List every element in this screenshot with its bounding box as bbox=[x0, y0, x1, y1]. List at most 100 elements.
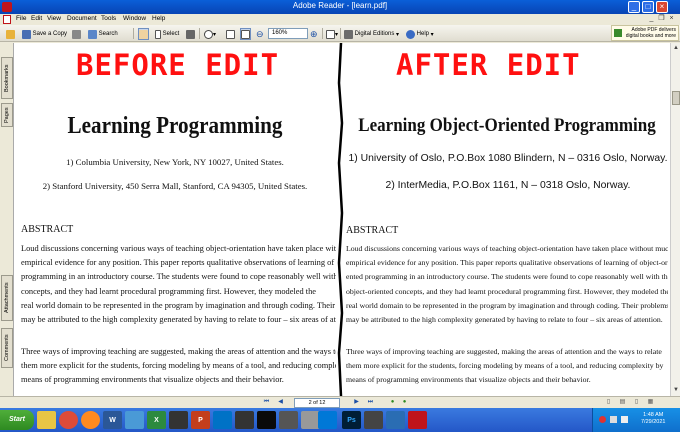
powerpoint-taskbar-icon[interactable]: P bbox=[191, 411, 210, 429]
tray-icon[interactable] bbox=[599, 416, 606, 423]
outlook-taskbar-icon[interactable] bbox=[213, 411, 232, 429]
actual-size-button[interactable] bbox=[226, 28, 235, 40]
save-copy-button[interactable]: Save a Copy bbox=[22, 28, 67, 40]
zoom-out-button[interactable]: ⊖ bbox=[256, 28, 264, 40]
snapshot-button[interactable] bbox=[186, 28, 195, 40]
continuous-view-icon[interactable]: ▤ bbox=[618, 398, 627, 407]
scroll-up-arrow-icon[interactable]: ▲ bbox=[672, 44, 680, 52]
toolbar-divider bbox=[322, 28, 323, 39]
text-line: them more explicit for the students, for… bbox=[21, 361, 336, 371]
last-page-icon[interactable]: ⏭ bbox=[366, 398, 375, 407]
after-edit-banner: AFTER EDIT bbox=[396, 48, 581, 82]
adobe-reader-taskbar-icon[interactable] bbox=[408, 411, 427, 429]
document-view[interactable]: BEFORE EDIT AFTER EDIT Learning Programm… bbox=[14, 43, 670, 396]
zoom-in-button[interactable]: ⊕ bbox=[310, 28, 318, 40]
continuous-facing-view-icon[interactable]: ▦ bbox=[646, 398, 655, 407]
firefox-taskbar-icon[interactable] bbox=[81, 411, 100, 429]
text-line: means of programming environments that v… bbox=[346, 375, 591, 385]
page-number-field[interactable]: 2 of 12 bbox=[294, 398, 340, 408]
search-button[interactable]: Search bbox=[88, 28, 118, 40]
media-taskbar-icon[interactable] bbox=[169, 411, 188, 429]
clock-date: 7/29/2021 bbox=[641, 419, 666, 425]
network-taskbar-icon[interactable] bbox=[125, 411, 144, 429]
clock[interactable]: 1:48 AM 7/29/2021 bbox=[641, 412, 665, 426]
text-line: them more explicit for the students, for… bbox=[346, 361, 664, 371]
menu-view[interactable]: View bbox=[47, 15, 61, 22]
taskbar: Start W X P Ps 1:48 AM 7/29/2021 bbox=[0, 408, 680, 432]
doc-minimize-button[interactable]: _ bbox=[647, 15, 656, 24]
text-line: ented programming in an introductory cou… bbox=[346, 272, 668, 282]
folder-taskbar-icon[interactable] bbox=[37, 411, 56, 429]
scroll-down-arrow-icon[interactable]: ▼ bbox=[672, 386, 680, 394]
vscode-taskbar-icon[interactable] bbox=[318, 411, 337, 429]
print-button[interactable] bbox=[72, 28, 81, 40]
tab-comments[interactable]: Comments bbox=[1, 328, 13, 368]
title-bar: Adobe Reader - [learn.pdf] _ □ × bbox=[0, 0, 680, 14]
app5-taskbar-icon[interactable] bbox=[386, 411, 405, 429]
word-taskbar-icon[interactable]: W bbox=[103, 411, 122, 429]
tab-attachments[interactable]: Attachments bbox=[1, 275, 13, 321]
text-line: programming in an introductory course. T… bbox=[21, 272, 336, 282]
app4-taskbar-icon[interactable] bbox=[364, 411, 383, 429]
menu-help[interactable]: Help bbox=[152, 15, 165, 22]
minimize-button[interactable]: _ bbox=[628, 1, 640, 13]
go-forward-icon[interactable]: ● bbox=[400, 398, 409, 407]
hand-icon bbox=[139, 29, 148, 39]
maximize-button[interactable]: □ bbox=[642, 1, 654, 13]
start-label: Start bbox=[9, 416, 25, 423]
scroll-thumb[interactable] bbox=[672, 91, 680, 105]
adobe-promo-box[interactable]: Adobe PDF delivers digital books and mor… bbox=[611, 25, 679, 41]
chrome-taskbar-icon[interactable] bbox=[59, 411, 78, 429]
printer-icon bbox=[72, 29, 81, 39]
go-back-icon[interactable]: ● bbox=[388, 398, 397, 407]
tab-bookmarks[interactable]: Bookmarks bbox=[1, 57, 13, 99]
document-icon bbox=[3, 15, 11, 24]
vertical-scrollbar[interactable]: ▲ ▼ bbox=[670, 43, 680, 396]
before-affiliation-1: 1) Columbia University, New York, NY 100… bbox=[66, 157, 284, 167]
tab-pages[interactable]: Pages bbox=[1, 103, 13, 127]
menu-tools[interactable]: Tools bbox=[101, 15, 116, 22]
photoshop-taskbar-icon[interactable]: Ps bbox=[342, 411, 361, 429]
toolbar-divider bbox=[340, 28, 341, 39]
zoom-input[interactable]: 160% bbox=[268, 28, 308, 39]
start-button[interactable]: Start bbox=[0, 410, 34, 430]
after-affiliation-2: 2) InterMedia, P.O.Box 1161, N – 0318 Os… bbox=[385, 180, 631, 191]
menu-file[interactable]: File bbox=[16, 15, 26, 22]
doc-close-button[interactable]: × bbox=[667, 15, 676, 24]
text-line: may be attributed to the high complexity… bbox=[346, 315, 663, 325]
close-button[interactable]: × bbox=[656, 1, 668, 13]
app2-taskbar-icon[interactable] bbox=[279, 411, 298, 429]
select-button[interactable]: Select bbox=[155, 28, 179, 40]
facing-view-icon[interactable]: ▯ bbox=[632, 398, 641, 407]
previous-page-icon[interactable]: ◀ bbox=[276, 398, 285, 407]
zoom-tool-button[interactable]: ▾ bbox=[204, 28, 216, 40]
single-page-view-icon[interactable]: ▯ bbox=[604, 398, 613, 407]
system-tray: 1:48 AM 7/29/2021 bbox=[592, 408, 680, 432]
next-page-icon[interactable]: ▶ bbox=[352, 398, 361, 407]
help-button[interactable]: Help ▾ bbox=[406, 28, 434, 40]
toolbar: Save a Copy Search Select ▾ ⊖ 160% ⊕ ▾ D… bbox=[0, 25, 680, 42]
excel-taskbar-icon[interactable]: X bbox=[147, 411, 166, 429]
fit-page-button[interactable] bbox=[240, 28, 251, 40]
digital-editions-button[interactable]: Digital Editions ▾ bbox=[344, 28, 399, 40]
doc-restore-button[interactable]: ❐ bbox=[657, 15, 666, 24]
menu-edit[interactable]: Edit bbox=[31, 15, 42, 22]
before-affiliation-2: 2) Stanford University, 450 Serra Mall, … bbox=[42, 181, 308, 191]
app-taskbar-icon[interactable] bbox=[235, 411, 254, 429]
text-cursor-icon bbox=[155, 29, 161, 39]
page-icon bbox=[226, 29, 235, 39]
menu-window[interactable]: Window bbox=[123, 15, 146, 22]
network-icon[interactable] bbox=[610, 416, 617, 423]
rotate-icon bbox=[326, 29, 335, 39]
editor-taskbar-icon[interactable] bbox=[257, 411, 276, 429]
volume-icon[interactable] bbox=[621, 416, 628, 423]
text-line: Loud discussions concerning various ways… bbox=[346, 244, 668, 253]
open-button[interactable] bbox=[6, 28, 15, 40]
before-abstract-heading: ABSTRACT bbox=[21, 224, 74, 235]
hand-tool-button[interactable] bbox=[138, 28, 149, 40]
text-line: Loud discussions concerning various ways… bbox=[21, 244, 336, 253]
first-page-icon[interactable]: ⏮ bbox=[262, 398, 271, 407]
menu-document[interactable]: Document bbox=[67, 15, 97, 22]
rotate-button[interactable]: ▾ bbox=[326, 28, 338, 40]
text-line: real world domain to be represented in t… bbox=[346, 300, 668, 310]
